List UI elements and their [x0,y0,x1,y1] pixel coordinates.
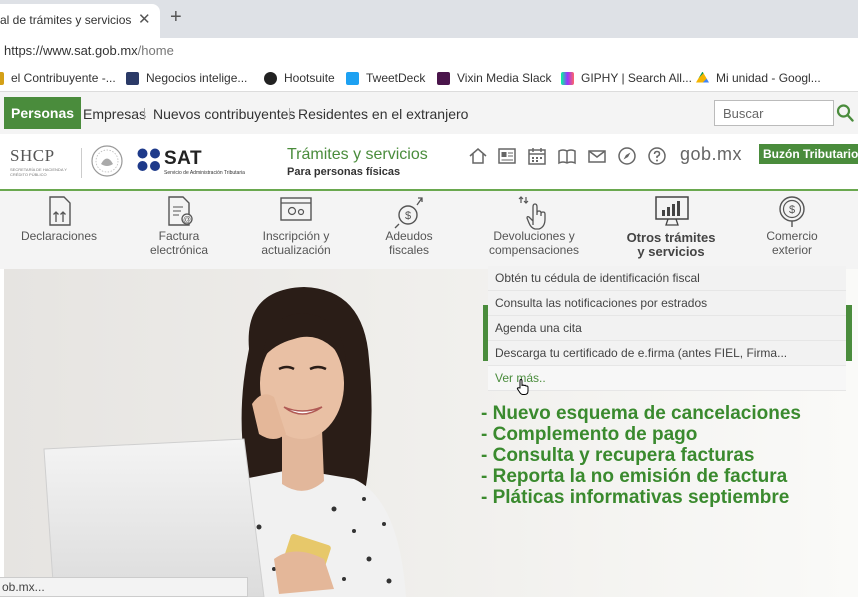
url-path: /home [137,43,174,58]
bookmark-contribuyente[interactable]: el Contribuyente -... [0,71,116,85]
search-input[interactable] [714,100,834,126]
mexico-seal-icon [91,145,123,177]
ver-mas-link[interactable]: Ver más.. [488,366,846,391]
category-factura-electronica[interactable]: @ Factura electrónica [134,191,224,269]
page-title: Trámites y servicios [287,146,428,163]
nav-residentes-extranjero[interactable]: Residentes en el extranjero [298,106,468,122]
monitor-chart-icon [655,196,689,226]
dropdown-item[interactable]: Obtén tu cédula de identificación fiscal [488,266,846,291]
hash-icon [437,71,450,85]
svg-text:$: $ [405,210,411,222]
category-label: Adeudos [385,229,433,243]
shcp-logo[interactable]: SHCP SECRETARÍA DE HACIENDA Y CRÉDITO PÚ… [10,146,72,177]
dropdown-item[interactable]: Agenda una cita [488,316,846,341]
bookmark-favicon-icon [0,71,4,85]
bird-icon [346,71,359,85]
category-label: fiscales [388,243,429,257]
hand-cursor-icon [516,378,529,395]
otros-tramites-dropdown: Obtén tu cédula de identificación fiscal… [488,266,846,391]
category-label: exterior [771,243,812,257]
nav-separator [144,108,145,120]
nav-separator [289,108,290,120]
category-label: electrónica [149,243,209,257]
category-devoluciones-compensaciones[interactable]: Devoluciones y compensaciones [480,191,588,269]
url-host: https://www.sat.gob.mx [4,43,138,58]
browser-tab-bar: al de trámites y servicios - ✕ + [0,0,858,38]
close-tab-icon[interactable]: ✕ [138,10,151,28]
gob-mx-link[interactable]: gob.mx [680,144,742,165]
site-header: SHCP SECRETARÍA DE HACIENDA Y CRÉDITO PÚ… [0,134,858,191]
home-icon[interactable] [468,146,488,166]
category-label: Devoluciones y [493,229,575,243]
page-subtitle: Para personas físicas [287,166,401,178]
category-label: compensaciones [488,243,580,257]
svg-text:@: @ [183,215,191,224]
dropdown-accent-right [846,305,852,361]
dropdown-item[interactable]: Descarga tu certificado de e.firma (ante… [488,341,846,366]
bookmark-tweetdeck[interactable]: TweetDeck [346,71,425,85]
audience-nav: Personas Empresas Nuevos contribuyentes … [0,92,858,134]
calendar-icon[interactable] [527,146,547,166]
invoice-icon: @ [168,196,193,226]
promo-item[interactable]: - Consulta y recupera facturas [481,445,801,466]
nav-empresas[interactable]: Empresas [83,106,146,122]
declaraciones-icon [49,196,71,226]
promo-item[interactable]: - Pláticas informativas septiembre [481,487,801,508]
hand-pointer-icon [518,196,546,230]
url-text: https://www.sat.gob.mx/home [4,43,174,58]
news-icon[interactable] [497,146,517,166]
new-tab-icon[interactable]: + [170,6,182,29]
promo-item[interactable]: - Complemento de pago [481,424,801,445]
bookmark-giphy[interactable]: GIPHY | Search All... [561,71,692,85]
category-label: Factura [158,229,200,243]
search-icon[interactable] [836,103,854,123]
drive-icon [696,71,709,83]
category-inscripcion-actualizacion[interactable]: Inscripción y actualización [250,191,342,269]
promo-list: - Nuevo esquema de cancelaciones - Compl… [481,403,801,508]
sat-dots-icon [137,148,160,171]
promo-item[interactable]: - Reporta la no emisión de factura [481,466,801,487]
bookmark-slack[interactable]: Vixin Media Slack [437,71,552,85]
giphy-icon [561,71,574,85]
book-icon[interactable] [557,146,577,166]
money-arrows-icon: $ [394,197,423,229]
help-icon[interactable] [647,146,667,166]
nav-nuevos-contribuyentes[interactable]: Nuevos contribuyentes [153,106,295,122]
bookmark-favicon-icon [126,71,139,85]
nav-personas[interactable]: Personas [4,97,82,129]
coin-icon: $ [779,196,805,227]
mail-icon[interactable] [587,146,607,166]
bookmark-drive[interactable]: Mi unidad - Googl... [696,71,821,85]
category-nav: Declaraciones @ Factura electrónica Inscr… [0,191,858,269]
category-comercio-exterior[interactable]: $ Comercio exterior [750,191,834,269]
category-label: Comercio [766,229,818,243]
bookmark-hootsuite[interactable]: Hootsuite [264,71,335,85]
bookmark-negocios[interactable]: Negocios intelige... [126,71,247,85]
category-declaraciones[interactable]: Declaraciones [14,191,104,269]
category-otros-tramites[interactable]: Otros trámites y servicios [612,191,730,269]
logo-divider [81,148,82,178]
category-adeudos-fiscales[interactable]: $ Adeudos fiscales [366,191,452,269]
category-label: actualización [261,243,331,257]
browser-status-bar: ob.mx... [0,577,248,597]
category-label: Inscripción y [262,229,330,243]
tab-title: al de trámites y servicios - [0,13,132,27]
svg-text:$: $ [789,204,795,216]
bookmarks-bar: el Contribuyente -... Negocios intelige.… [0,66,858,92]
buzon-tributario-button[interactable]: Buzón Tributario [759,144,858,164]
address-bar[interactable]: https://www.sat.gob.mx/home [0,38,858,66]
window-settings-icon [280,197,312,221]
compass-icon[interactable] [617,146,637,166]
category-label: y servicios [637,244,705,259]
promo-item[interactable]: - Nuevo esquema de cancelaciones [481,403,801,424]
owl-icon [264,71,277,85]
dropdown-item[interactable]: Consulta las notificaciones por estrados [488,291,846,316]
browser-tab[interactable]: al de trámites y servicios - ✕ [0,4,160,38]
category-label: Declaraciones [20,229,98,243]
category-label: Otros trámites [626,230,716,245]
